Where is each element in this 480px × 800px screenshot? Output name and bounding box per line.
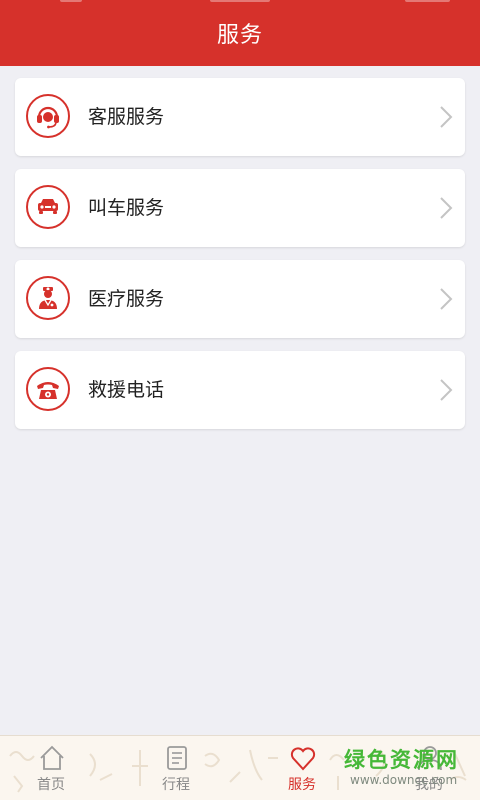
- chevron-right-icon: [440, 106, 453, 128]
- tab-label: 首页: [37, 777, 65, 793]
- watermark-logo: 绿色资源网: [344, 748, 459, 772]
- service-label: 医疗服务: [88, 288, 165, 310]
- service-card-rescue-phone[interactable]: 救援电话: [15, 351, 465, 429]
- service-label: 救援电话: [88, 379, 165, 401]
- tab-home[interactable]: 首页: [1, 736, 101, 800]
- service-card-medical[interactable]: 医疗服务: [15, 260, 465, 338]
- watermark-url: www.downcc.com: [350, 773, 458, 787]
- service-card-taxi[interactable]: 叫车服务: [15, 169, 465, 247]
- heart-icon: [290, 747, 316, 771]
- service-card-customer-service[interactable]: 客服服务: [15, 78, 465, 156]
- itinerary-icon: [167, 746, 187, 770]
- headset-icon: [26, 94, 70, 138]
- chevron-right-icon: [440, 197, 453, 219]
- doctor-icon: [26, 276, 70, 320]
- tab-label: 行程: [162, 777, 190, 793]
- top-header: 服务: [0, 0, 480, 66]
- chevron-right-icon: [440, 288, 453, 310]
- page-title: 服务: [216, 23, 263, 48]
- app-screen: 服务 客服服务 叫车服务 医疗服务 救援电话 首页 行程 服务 我的 绿色资源网…: [0, 0, 480, 800]
- phone-icon: [26, 367, 70, 411]
- chevron-right-icon: [440, 379, 453, 401]
- tab-label: 服务: [288, 777, 316, 793]
- tab-itinerary[interactable]: 行程: [126, 736, 226, 800]
- car-icon: [26, 185, 70, 229]
- status-bar: [0, 0, 480, 8]
- tab-service[interactable]: 服务: [252, 736, 352, 800]
- service-label: 叫车服务: [88, 197, 165, 219]
- service-label: 客服服务: [88, 106, 165, 128]
- home-icon: [40, 745, 64, 770]
